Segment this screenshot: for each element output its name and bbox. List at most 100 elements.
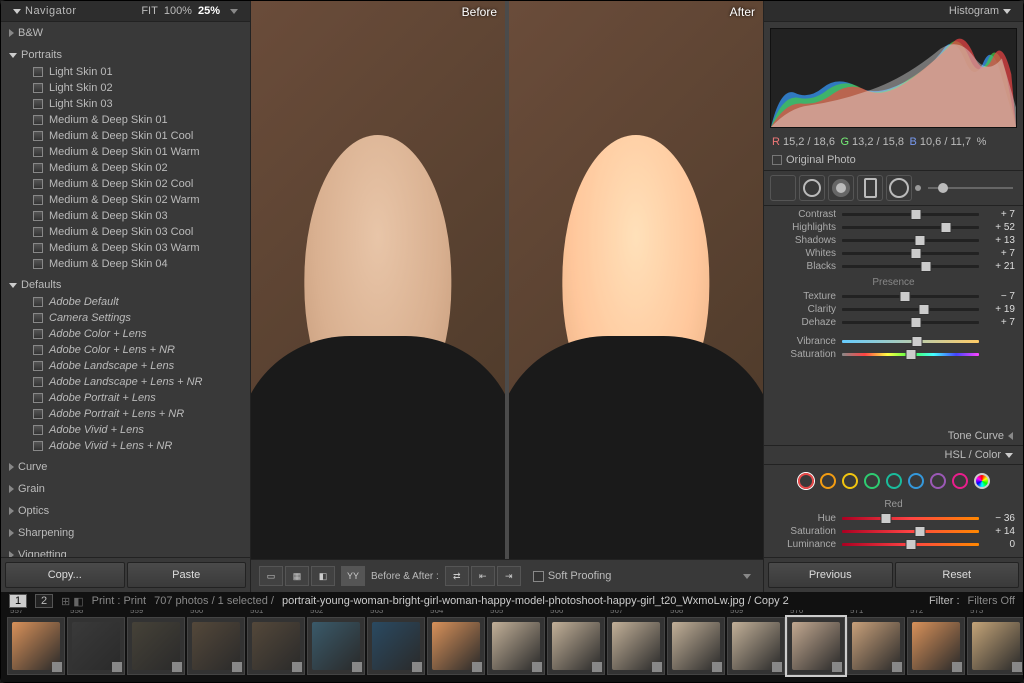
preset-item[interactable]: Medium & Deep Skin 01 Warm (19, 144, 250, 160)
preset-item[interactable]: Light Skin 03 (19, 96, 250, 112)
preset-item[interactable]: Adobe Vivid + Lens (19, 422, 250, 438)
filmstrip-thumb[interactable]: 557 (7, 617, 65, 675)
grid-view-button[interactable]: ▦ (285, 566, 309, 586)
hsl-color-2[interactable] (842, 473, 858, 489)
filmstrip-thumb[interactable]: 569 (727, 617, 785, 675)
preset-item[interactable]: Medium & Deep Skin 01 Cool (19, 128, 250, 144)
whites-slider[interactable]: Whites+ 7 (764, 247, 1023, 260)
previous-button[interactable]: Previous (768, 562, 893, 588)
preset-item[interactable]: Adobe Color + Lens + NR (19, 342, 250, 358)
filmstrip-thumb[interactable]: 562 (307, 617, 365, 675)
hsl-hue-slider[interactable]: Hue− 36 (764, 512, 1023, 525)
dehaze-slider[interactable]: Dehaze+ 7 (764, 316, 1023, 329)
clarity-slider[interactable]: Clarity+ 19 (764, 303, 1023, 316)
filmstrip-thumb[interactable]: 564 (427, 617, 485, 675)
swap-lr-button[interactable]: ⇄ (445, 566, 469, 586)
after-image[interactable]: After (505, 1, 763, 559)
zoom-current[interactable]: 25% (198, 5, 220, 17)
ref-view-button[interactable]: ◧ (311, 566, 335, 586)
hsl-color-1[interactable] (820, 473, 836, 489)
filmstrip-thumb[interactable]: 565 (487, 617, 545, 675)
filmstrip-thumb[interactable]: 566 (547, 617, 605, 675)
saturation-slider[interactable]: Saturation (764, 348, 1023, 361)
hsl-color-3[interactable] (864, 473, 880, 489)
preset-item[interactable]: Adobe Landscape + Lens (19, 358, 250, 374)
preset-item[interactable]: Adobe Landscape + Lens + NR (19, 374, 250, 390)
spot-removal-tool[interactable] (799, 175, 825, 201)
preset-item[interactable]: Medium & Deep Skin 02 (19, 160, 250, 176)
compare-yy-button[interactable]: YY (341, 566, 365, 586)
filmstrip-thumb[interactable]: 563 (367, 617, 425, 675)
hsl-color-6[interactable] (930, 473, 946, 489)
texture-slider[interactable]: Texture− 7 (764, 290, 1023, 303)
toolbar-menu-icon[interactable] (743, 574, 751, 579)
filmstrip-thumb[interactable]: 560 (187, 617, 245, 675)
filmstrip-thumb[interactable]: 558 (67, 617, 125, 675)
graduated-filter-tool[interactable] (857, 175, 883, 201)
preset-group-optics[interactable]: Optics (5, 502, 250, 520)
filmstrip-thumb[interactable]: 559 (127, 617, 185, 675)
filmstrip-thumb[interactable]: 567 (607, 617, 665, 675)
contrast-slider[interactable]: Contrast+ 7 (764, 208, 1023, 221)
preset-group-curve[interactable]: Curve (5, 458, 250, 476)
paste-button[interactable]: Paste (127, 562, 247, 588)
preset-item[interactable]: Adobe Vivid + Lens + NR (19, 438, 250, 454)
filmstrip-thumb[interactable]: 561 (247, 617, 305, 675)
page-1-button[interactable]: 1 (9, 594, 27, 608)
loupe-view-button[interactable]: ▭ (259, 566, 283, 586)
preset-item[interactable]: Light Skin 01 (19, 64, 250, 80)
filmstrip-thumb[interactable]: 571 (847, 617, 905, 675)
preset-group-grain[interactable]: Grain (5, 480, 250, 498)
preset-item[interactable]: Medium & Deep Skin 03 (19, 208, 250, 224)
preset-item[interactable]: Adobe Portrait + Lens (19, 390, 250, 406)
crop-tool[interactable] (770, 175, 796, 201)
reset-button[interactable]: Reset (895, 562, 1020, 588)
preset-item[interactable]: Medium & Deep Skin 01 (19, 112, 250, 128)
histogram-chart[interactable] (770, 28, 1017, 128)
page-2-button[interactable]: 2 (35, 594, 53, 608)
filmstrip[interactable]: 5575585595605615625635645655665675685695… (1, 610, 1023, 682)
preset-group-b-w[interactable]: B&W (5, 24, 250, 42)
compare-canvas[interactable]: Before After (251, 1, 763, 559)
soft-proofing-checkbox[interactable] (533, 571, 544, 582)
hsl-sat-slider[interactable]: Saturation+ 14 (764, 525, 1023, 538)
brush-tool-dot[interactable] (915, 185, 921, 191)
preset-group-sharpening[interactable]: Sharpening (5, 524, 250, 542)
preset-item[interactable]: Adobe Default (19, 294, 250, 310)
preset-item[interactable]: Adobe Portrait + Lens + NR (19, 406, 250, 422)
preset-item[interactable]: Medium & Deep Skin 03 Warm (19, 240, 250, 256)
preset-group-defaults[interactable]: Defaults (5, 276, 250, 294)
preset-item[interactable]: Light Skin 02 (19, 80, 250, 96)
redeye-tool[interactable] (828, 175, 854, 201)
copy-left-button[interactable]: ⇤ (471, 566, 495, 586)
file-path[interactable]: portrait-young-woman-bright-girl-woman-h… (282, 595, 921, 607)
preset-item[interactable]: Camera Settings (19, 310, 250, 326)
preset-item[interactable]: Medium & Deep Skin 02 Warm (19, 192, 250, 208)
collapse-icon[interactable] (1003, 9, 1011, 14)
hsl-color-0[interactable] (798, 473, 814, 489)
before-image[interactable]: Before (251, 1, 505, 559)
filmstrip-thumb[interactable]: 572 (907, 617, 965, 675)
preset-group-portraits[interactable]: Portraits (5, 46, 250, 64)
collapse-icon[interactable] (13, 9, 21, 14)
hsl-header[interactable]: HSL / Color (764, 446, 1023, 465)
zoom-fit[interactable]: FIT (141, 5, 158, 17)
masking-amount-slider[interactable] (928, 187, 1013, 189)
highlights-slider[interactable]: Highlights+ 52 (764, 221, 1023, 234)
hsl-color-7[interactable] (952, 473, 968, 489)
shadows-slider[interactable]: Shadows+ 13 (764, 234, 1023, 247)
hsl-color-5[interactable] (908, 473, 924, 489)
copy-button[interactable]: Copy... (5, 562, 125, 588)
filmstrip-thumb[interactable]: 570 (787, 617, 845, 675)
blacks-slider[interactable]: Blacks+ 21 (764, 260, 1023, 273)
module-label[interactable]: Print : Print (92, 595, 146, 607)
radial-filter-tool[interactable] (886, 175, 912, 201)
hsl-lum-slider[interactable]: Luminance0 (764, 538, 1023, 551)
zoom-menu-icon[interactable] (230, 9, 238, 14)
tone-curve-header[interactable]: Tone Curve (764, 427, 1023, 446)
filmstrip-thumb[interactable]: 568 (667, 617, 725, 675)
zoom-100[interactable]: 100% (164, 5, 192, 17)
vibrance-slider[interactable]: Vibrance (764, 335, 1023, 348)
original-photo-checkbox[interactable] (772, 155, 782, 165)
filter-state-button[interactable]: Filters Off (968, 595, 1015, 607)
